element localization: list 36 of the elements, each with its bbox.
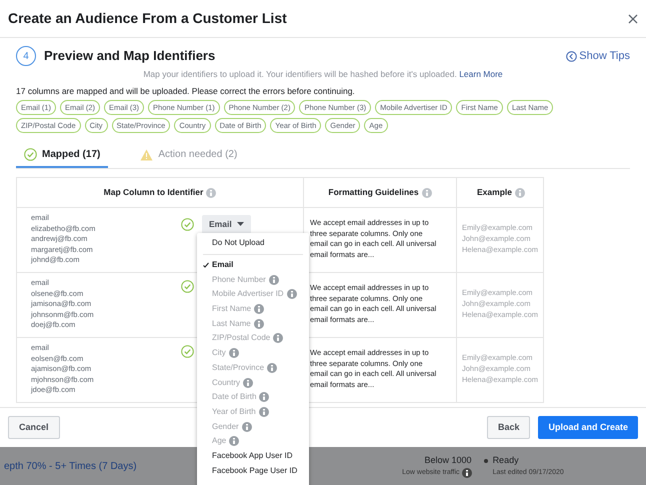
cancel-button[interactable]: Cancel	[8, 416, 60, 440]
chevron-circle-icon	[566, 50, 578, 62]
audience-status: Ready	[492, 454, 519, 467]
checkmark-icon	[203, 262, 209, 268]
step-title: Preview and Map Identifiers	[44, 47, 216, 66]
tab[interactable]: Action needed (2)	[132, 147, 246, 168]
menu-item[interactable]: Email	[197, 258, 309, 272]
menu-item[interactable]: Facebook App User ID	[197, 448, 309, 464]
info-icon	[206, 188, 216, 198]
identifier-dropdown[interactable]: Email	[202, 215, 251, 234]
menu-item[interactable]: Do Not Upload	[197, 236, 309, 251]
column-header: Map Column to Identifier	[104, 186, 204, 199]
info-icon	[462, 468, 472, 478]
check-circle-icon	[181, 280, 194, 293]
info-icon	[422, 188, 432, 198]
column-header: Formatting Guidelines	[328, 186, 419, 199]
dialog-title: Create an Audience From a Customer List	[8, 9, 287, 28]
close-icon[interactable]	[628, 14, 638, 24]
check-circle-icon	[181, 345, 194, 358]
audience-name: epth 70% - 5+ Times (7 Days)	[4, 460, 137, 474]
caret-icon	[236, 222, 244, 226]
mapping-summary: 17 columns are mapped and will be uploaded. Please correct the errors before continuing.	[16, 84, 356, 98]
step-number: 4	[16, 46, 36, 66]
show-tips-button[interactable]: Show Tips	[566, 48, 630, 64]
learn-more-link[interactable]: Learn More	[459, 69, 503, 79]
check-circle-icon	[24, 148, 37, 161]
back-button[interactable]: Back	[486, 416, 530, 440]
upload-and-create-button[interactable]: Upload and Create	[538, 416, 638, 440]
warning-icon	[140, 148, 154, 160]
column-header: Example	[477, 186, 512, 199]
info-icon	[514, 188, 525, 198]
step-subtitle: Map your identifiers to upload it. Your identifiers will be hashed before it's uploaded.	[143, 69, 457, 79]
check-circle-icon	[181, 218, 194, 231]
audience-size: Below 1000	[424, 454, 472, 467]
menu-item[interactable]: Facebook Page User ID	[197, 463, 309, 478]
tab[interactable]: Mapped (17)	[16, 147, 108, 168]
